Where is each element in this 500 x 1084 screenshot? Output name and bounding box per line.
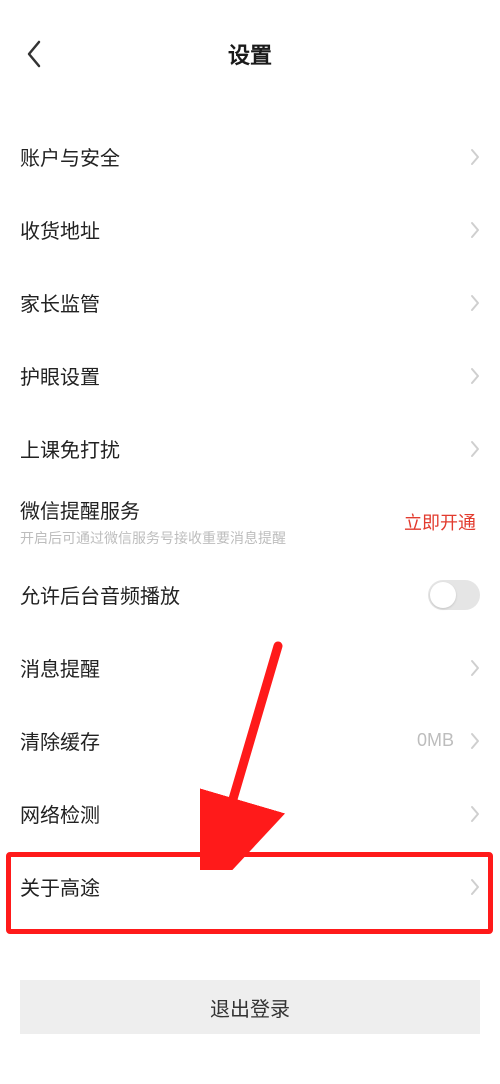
chevron-left-icon — [25, 40, 43, 68]
settings-item-background-audio: 允许后台音频播放 — [0, 558, 500, 631]
chevron-right-icon — [470, 367, 480, 385]
item-label: 允许后台音频播放 — [20, 580, 428, 609]
back-button[interactable] — [18, 38, 50, 70]
toggle-knob — [430, 582, 456, 608]
item-label: 家长监管 — [20, 288, 470, 317]
cache-size-value: 0MB — [417, 730, 454, 751]
chevron-right-icon — [470, 221, 480, 239]
item-action-text: 立即开通 — [404, 509, 476, 535]
settings-item-parental-control[interactable]: 家长监管 — [0, 266, 500, 339]
settings-item-account-security[interactable]: 账户与安全 — [0, 120, 500, 193]
item-label: 护眼设置 — [20, 361, 470, 390]
item-label: 收货地址 — [20, 215, 470, 244]
chevron-right-icon — [470, 732, 480, 750]
chevron-right-icon — [470, 805, 480, 823]
header: 设置 — [0, 0, 500, 80]
logout-button[interactable]: 退出登录 — [20, 980, 480, 1034]
page-title: 设置 — [228, 38, 272, 70]
item-label: 上课免打扰 — [20, 434, 470, 463]
item-label: 微信提醒服务 — [20, 495, 404, 524]
settings-item-wechat-reminder[interactable]: 微信提醒服务 开启后可通过微信服务号接收重要消息提醒 立即开通 — [0, 485, 500, 558]
chevron-right-icon — [470, 148, 480, 166]
chevron-right-icon — [470, 294, 480, 312]
settings-item-do-not-disturb[interactable]: 上课免打扰 — [0, 412, 500, 485]
chevron-right-icon — [470, 659, 480, 677]
annotation-arrow-icon — [200, 640, 290, 870]
item-label: 账户与安全 — [20, 142, 470, 171]
background-audio-toggle[interactable] — [428, 580, 480, 610]
settings-item-shipping-address[interactable]: 收货地址 — [0, 193, 500, 266]
item-sublabel: 开启后可通过微信服务号接收重要消息提醒 — [20, 528, 404, 548]
chevron-right-icon — [470, 440, 480, 458]
settings-item-eye-protection[interactable]: 护眼设置 — [0, 339, 500, 412]
